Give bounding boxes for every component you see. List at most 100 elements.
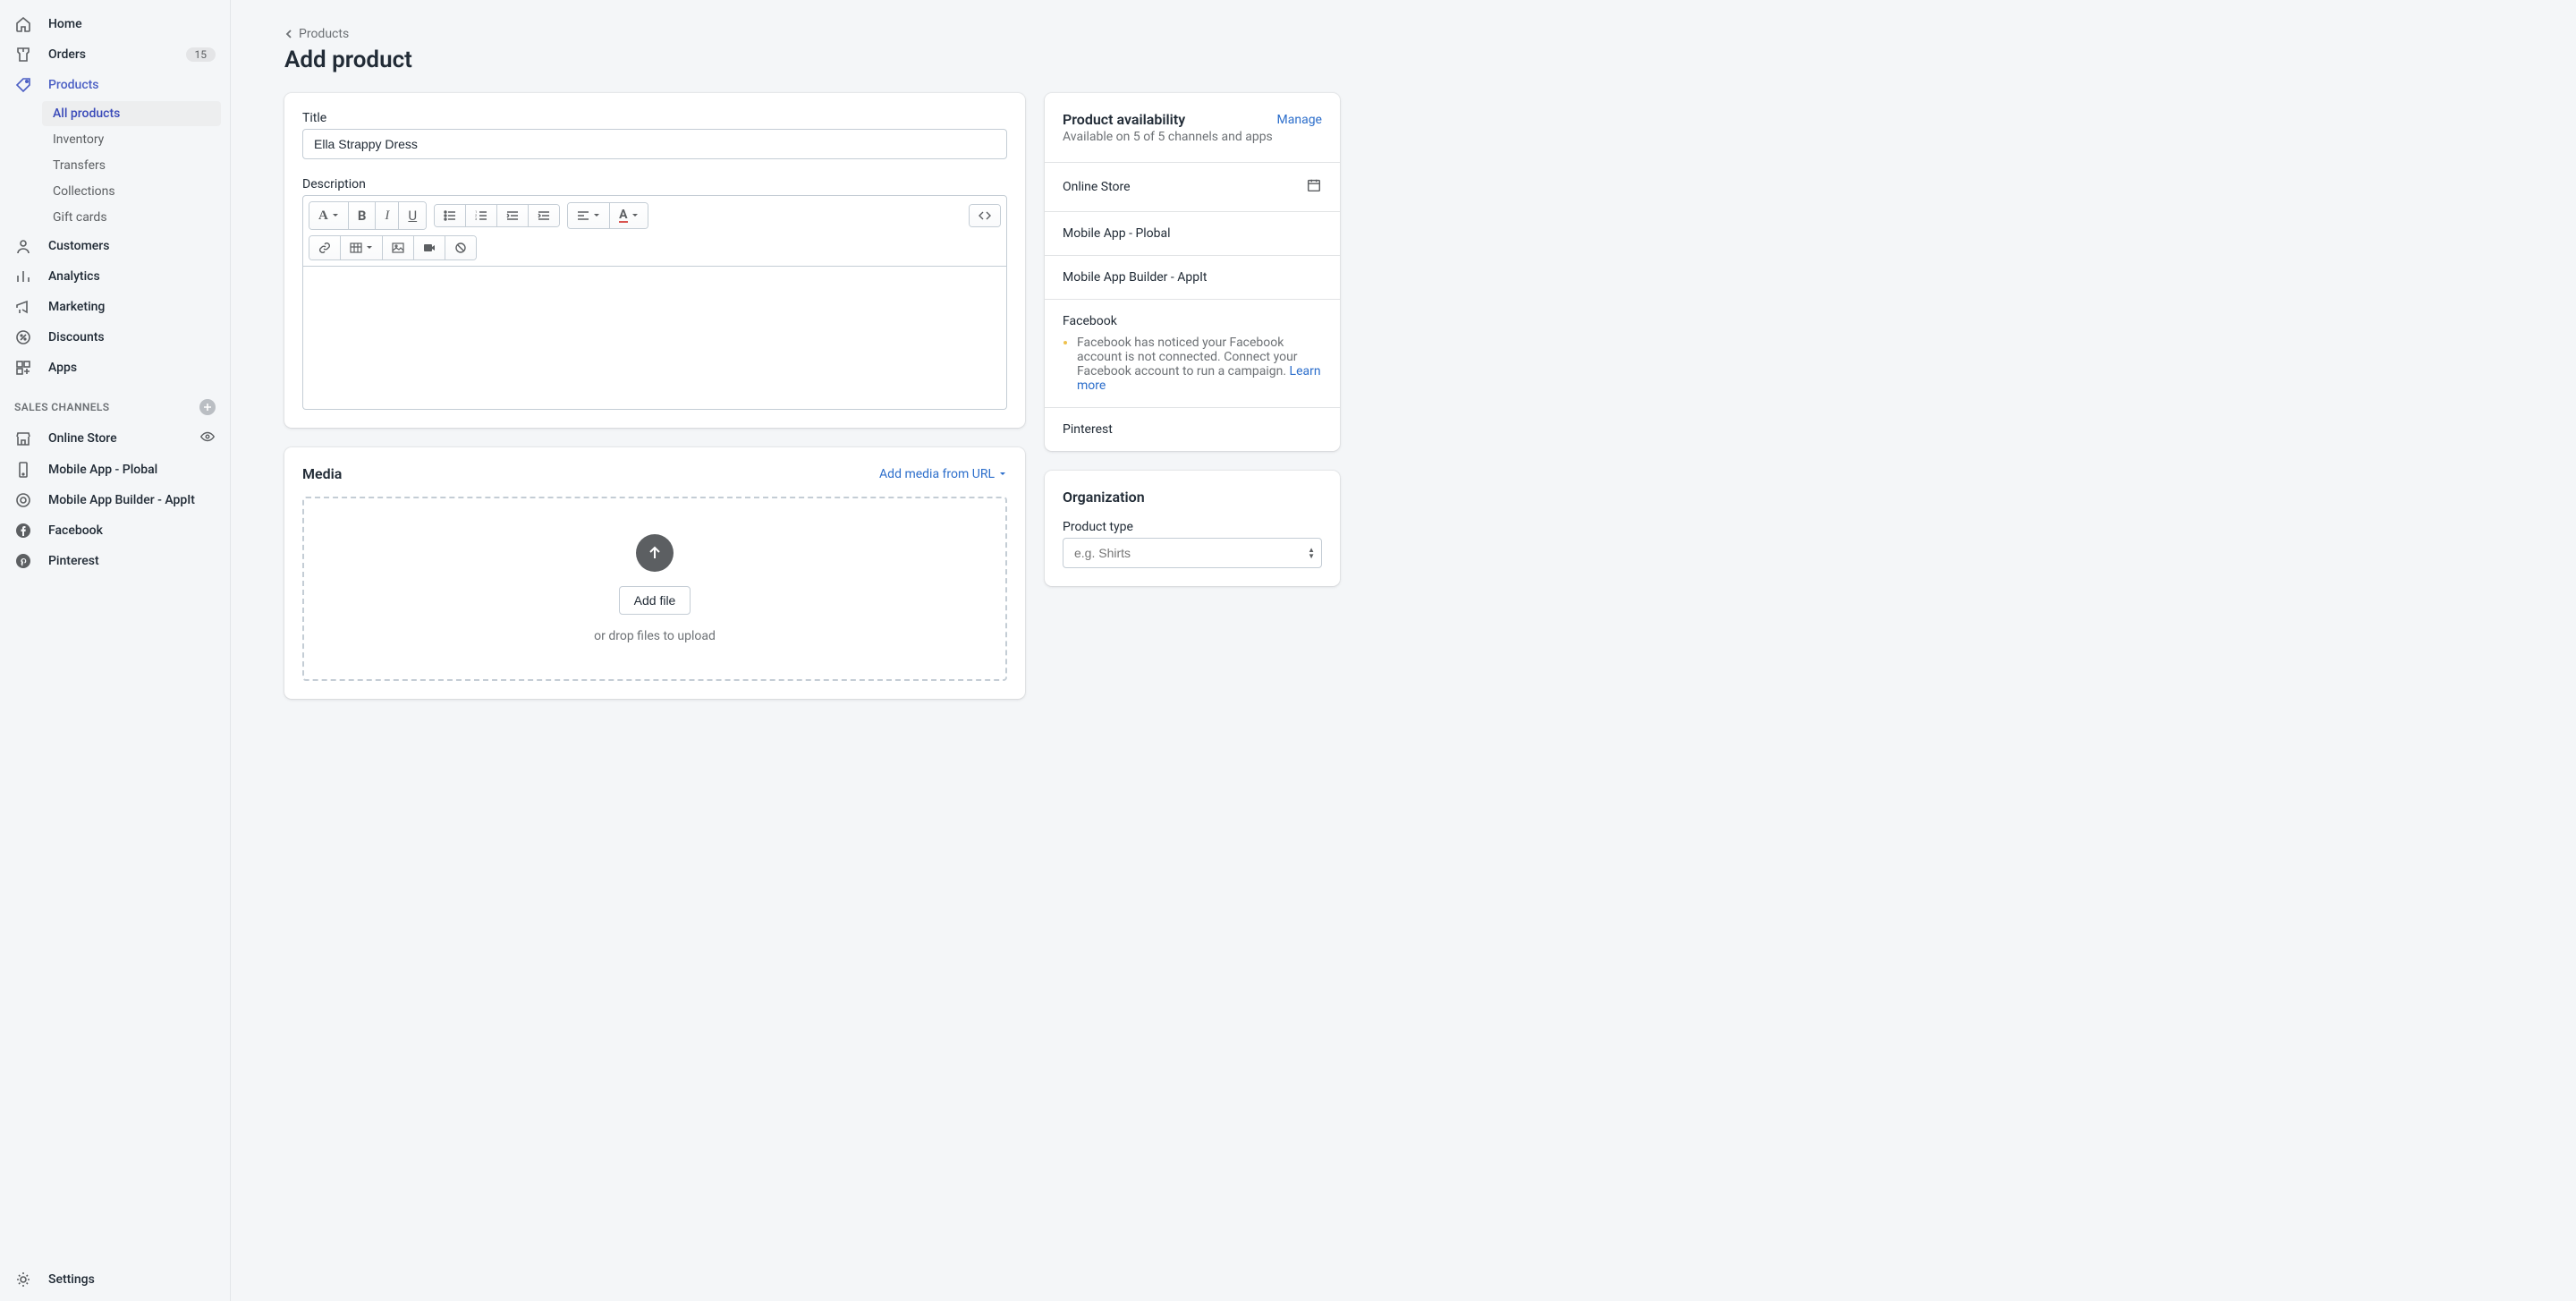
add-file-button[interactable]: Add file [619, 586, 691, 615]
facebook-icon [14, 522, 32, 540]
channel-pinterest-label: Pinterest [48, 554, 99, 568]
availability-card: Product availability Manage Available on… [1045, 93, 1340, 451]
nav-products[interactable]: Products [0, 70, 230, 100]
italic-button[interactable]: I [376, 202, 399, 229]
orders-badge: 15 [186, 47, 216, 62]
media-card: Media Add media from URL Add file or [284, 447, 1025, 699]
channel-mobile-plobal[interactable]: Mobile App - Plobal [0, 455, 230, 485]
products-icon [14, 76, 32, 94]
html-view-button[interactable] [970, 205, 1000, 226]
availability-heading: Product availability [1063, 111, 1185, 128]
channel-mobile-appit-label: Mobile App Builder - AppIt [48, 493, 195, 507]
svg-text:3: 3 [475, 217, 477, 221]
channel-facebook[interactable]: Facebook [0, 515, 230, 546]
sidebar: Home Orders 15 Products All products Inv… [0, 0, 231, 1301]
nav-home[interactable]: Home [0, 9, 230, 39]
facebook-warning-text: Facebook has noticed your Facebook accou… [1077, 336, 1321, 393]
nav-settings-label: Settings [48, 1272, 95, 1287]
chevron-down-icon [631, 212, 639, 219]
description-editor[interactable] [302, 267, 1007, 410]
add-media-url-dropdown[interactable]: Add media from URL [879, 467, 1007, 481]
editor-toolbar: A B I U 123 [302, 195, 1007, 267]
upload-icon [636, 534, 674, 572]
breadcrumb[interactable]: Products [284, 27, 1340, 41]
nav-analytics[interactable]: Analytics [0, 261, 230, 292]
avail-mobile-appit: Mobile App Builder - AppIt [1063, 270, 1207, 285]
nav-apps-label: Apps [48, 361, 77, 375]
nav-apps[interactable]: Apps [0, 353, 230, 383]
bullet-list-button[interactable] [435, 205, 466, 226]
sub-all-products[interactable]: All products [42, 101, 221, 126]
chevron-down-icon [366, 244, 373, 251]
channel-mobile-appit[interactable]: Mobile App Builder - AppIt [0, 485, 230, 515]
avail-facebook: Facebook [1063, 314, 1117, 328]
nav-discounts[interactable]: Discounts [0, 322, 230, 353]
link-button[interactable] [309, 236, 341, 259]
pinterest-icon [14, 552, 32, 570]
main-content: Products Add product Title Description A [231, 0, 1394, 1301]
nav-customers-label: Customers [48, 239, 109, 253]
products-submenu: All products Inventory Transfers Collect… [0, 100, 230, 231]
nav-orders[interactable]: Orders 15 [0, 39, 230, 70]
nav-products-label: Products [48, 78, 99, 92]
product-type-select[interactable] [1063, 538, 1322, 568]
sub-transfers[interactable]: Transfers [42, 153, 221, 178]
orders-icon [14, 46, 32, 64]
store-icon [14, 429, 32, 447]
avail-online-store: Online Store [1063, 180, 1131, 194]
channel-online-store[interactable]: Online Store [0, 422, 230, 455]
mobile-icon [14, 461, 32, 479]
chevron-down-icon [593, 212, 600, 219]
description-label: Description [302, 177, 1007, 191]
apps-icon [14, 359, 32, 377]
manage-availability-link[interactable]: Manage [1277, 113, 1322, 127]
image-button[interactable] [383, 236, 414, 259]
clear-format-button[interactable] [445, 236, 476, 259]
outdent-button[interactable] [497, 205, 529, 226]
video-button[interactable] [414, 236, 445, 259]
analytics-icon [14, 268, 32, 285]
media-dropzone[interactable]: Add file or drop files to upload [302, 497, 1007, 681]
chevron-down-icon [998, 471, 1007, 478]
schedule-icon[interactable] [1306, 177, 1322, 197]
nav-discounts-label: Discounts [48, 330, 105, 344]
bold-button[interactable]: B [349, 202, 377, 229]
align-dropdown[interactable] [568, 203, 610, 228]
channel-facebook-label: Facebook [48, 523, 103, 538]
avail-mobile-plobal: Mobile App - Plobal [1063, 226, 1171, 241]
media-heading: Media [302, 465, 342, 482]
table-dropdown[interactable] [341, 236, 383, 259]
add-channel-button[interactable] [199, 399, 216, 415]
channel-online-store-label: Online Store [48, 431, 117, 446]
underline-button[interactable]: U [399, 202, 426, 229]
nav-marketing[interactable]: Marketing [0, 292, 230, 322]
sales-channels-heading: SALES CHANNELS [0, 383, 230, 422]
indent-button[interactable] [529, 205, 559, 226]
channel-pinterest[interactable]: Pinterest [0, 546, 230, 576]
customers-icon [14, 237, 32, 255]
title-input[interactable] [302, 129, 1007, 159]
text-color-dropdown[interactable]: A [610, 203, 647, 228]
chevron-left-icon [284, 29, 293, 39]
gear-icon [14, 1271, 32, 1288]
home-icon [14, 15, 32, 33]
sub-inventory[interactable]: Inventory [42, 127, 221, 152]
product-type-label: Product type [1063, 520, 1322, 534]
chevron-down-icon [332, 212, 339, 219]
nav-customers[interactable]: Customers [0, 231, 230, 261]
view-store-icon[interactable] [199, 429, 216, 448]
nav-marketing-label: Marketing [48, 300, 105, 314]
sub-collections[interactable]: Collections [42, 179, 221, 204]
nav-analytics-label: Analytics [48, 269, 100, 284]
sub-gift-cards[interactable]: Gift cards [42, 205, 221, 230]
organization-heading: Organization [1063, 489, 1322, 506]
channel-mobile-plobal-label: Mobile App - Plobal [48, 463, 157, 477]
number-list-button[interactable]: 123 [466, 205, 497, 226]
nav-home-label: Home [48, 17, 82, 31]
font-style-dropdown[interactable]: A [309, 202, 349, 229]
product-details-card: Title Description A B I U [284, 93, 1025, 428]
target-icon [14, 491, 32, 509]
breadcrumb-label: Products [299, 27, 349, 41]
nav-settings[interactable]: Settings [0, 1258, 230, 1301]
organization-card: Organization Product type ▲▼ [1045, 471, 1340, 586]
